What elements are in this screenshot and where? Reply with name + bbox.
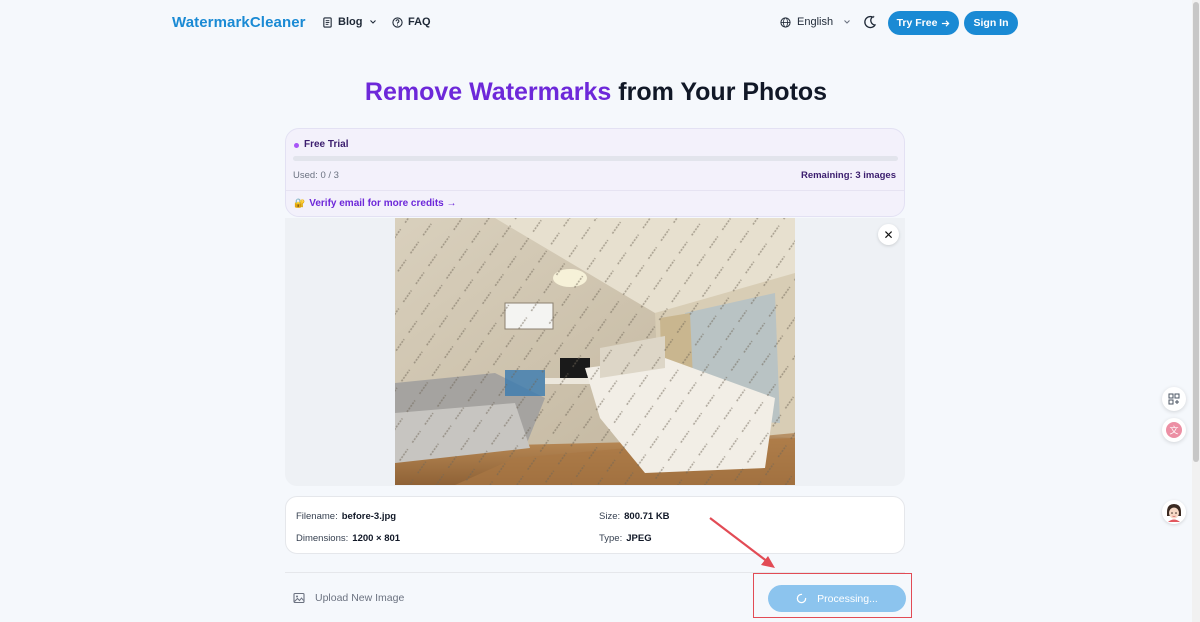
chevron-down-icon [844,20,850,24]
filename-row: Filename: before-3.jpg [296,511,396,522]
size-label: Size: [599,511,621,522]
uploaded-photo [395,218,795,485]
size-value: 800.71 KB [624,511,670,522]
image-icon [293,592,305,604]
file-info-card: Filename: before-3.jpg Size: 800.71 KB Dim… [285,496,905,554]
apps-grid-icon [1168,393,1180,405]
apps-widget-button[interactable] [1162,387,1186,411]
nav-faq-label: FAQ [408,16,431,28]
upload-new-image-button[interactable]: Upload New Image [287,586,410,610]
filename-value: before-3.jpg [341,511,397,522]
svg-text:文: 文 [1169,425,1178,437]
close-icon[interactable]: ✕ [878,224,899,245]
lock-key-icon: 🔐 [294,198,306,208]
nav-blog-label: Blog [338,16,363,28]
used-count: Used: 0 / 3 [293,170,339,181]
free-trial-card: Free Trial Used: 0 / 3 Remaining: 3 imag… [285,128,905,217]
image-preview-panel: ✕ [285,218,905,486]
page-title: Remove Watermarks from Your Photos [0,78,1192,107]
moon-icon[interactable] [862,14,878,30]
translate-widget-button[interactable]: 文 [1162,418,1186,442]
type-row: Type: JPEG [599,533,652,544]
dimensions-label: Dimensions: [296,533,349,544]
language-label: English [797,16,834,28]
assistant-avatar-icon[interactable] [1162,500,1186,524]
trial-label: Free Trial [304,139,349,150]
dimensions-value: 1200 × 801 [352,533,401,544]
page-title-accent: Remove Watermarks [364,78,612,106]
divider [286,190,904,191]
nav-faq[interactable]: FAQ [392,16,431,28]
remaining-count: Remaining: 3 images [800,170,896,181]
verify-email-label: Verify email for more credits → [309,198,457,209]
nav-blog[interactable]: Blog [322,16,377,28]
document-icon [323,16,332,28]
sign-in-button[interactable]: Sign In [964,11,1018,35]
help-circle-icon [392,16,403,28]
translate-icon: 文 [1166,422,1182,438]
site-logo[interactable]: WatermarkCleaner [172,14,306,31]
verify-email-link[interactable]: 🔐 Verify email for more credits → [294,198,457,209]
globe-icon [780,16,791,28]
sign-in-label: Sign In [973,17,1009,29]
filename-label: Filename: [296,511,338,522]
upload-label: Upload New Image [315,592,405,604]
top-navbar: WatermarkCleaner Blog FAQ English Try Fr… [0,0,1192,46]
chevron-down-icon [370,20,377,24]
try-free-label: Try Free [896,17,938,29]
annotation-highlight-box [753,573,912,618]
status-dot [294,143,299,148]
scrollbar-thumb[interactable] [1193,2,1199,462]
type-value: JPEG [626,533,652,544]
try-free-button[interactable]: Try Free [888,11,959,35]
page-title-rest: from Your Photos [618,78,828,106]
size-row: Size: 800.71 KB [599,511,670,522]
usage-progress-bar [293,156,898,161]
arrow-right-icon [942,19,950,27]
language-selector[interactable]: English [780,16,851,28]
type-label: Type: [599,533,623,544]
dimensions-row: Dimensions: 1200 × 801 [296,533,400,544]
